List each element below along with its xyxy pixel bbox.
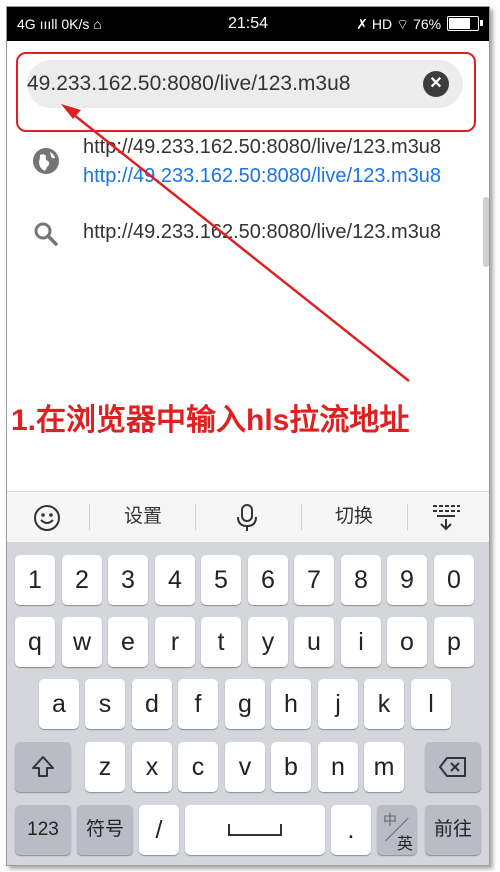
- key-n[interactable]: n: [318, 742, 358, 792]
- key-3[interactable]: 3: [108, 555, 148, 605]
- switch-button[interactable]: 切换: [307, 492, 401, 542]
- backspace-icon: [439, 757, 466, 777]
- key-p[interactable]: p: [434, 617, 474, 667]
- lang-top-label: 中: [383, 812, 397, 828]
- key-w[interactable]: w: [62, 617, 102, 667]
- key-g[interactable]: g: [225, 679, 265, 729]
- key-i[interactable]: i: [341, 617, 381, 667]
- key-z[interactable]: z: [85, 742, 125, 792]
- toolbar-divider: [301, 504, 302, 530]
- toolbar-divider: [89, 504, 90, 530]
- annotation-text: 1.在浏览器中输入hls拉流地址: [11, 404, 410, 437]
- key-c[interactable]: c: [178, 742, 218, 792]
- key-a[interactable]: a: [39, 679, 79, 729]
- keyboard: 1 2 3 4 5 6 7 8 9 0 q w e r t y u i o p …: [7, 542, 489, 865]
- key-e[interactable]: e: [108, 617, 148, 667]
- keyboard-collapse-icon[interactable]: [431, 502, 461, 532]
- key-9[interactable]: 9: [387, 555, 427, 605]
- key-l[interactable]: l: [411, 679, 451, 729]
- keyboard-toolbar: 设置 切换: [7, 491, 489, 542]
- key-r[interactable]: r: [155, 617, 195, 667]
- space-key[interactable]: [185, 805, 325, 855]
- key-m[interactable]: m: [364, 742, 404, 792]
- settings-button[interactable]: 设置: [99, 492, 187, 542]
- space-icon: [228, 824, 282, 836]
- key-2[interactable]: 2: [62, 555, 102, 605]
- key-k[interactable]: k: [364, 679, 404, 729]
- key-1[interactable]: 1: [15, 555, 55, 605]
- key-b[interactable]: b: [271, 742, 311, 792]
- key-v[interactable]: v: [225, 742, 265, 792]
- key-s[interactable]: s: [85, 679, 125, 729]
- key-y[interactable]: y: [248, 617, 288, 667]
- key-5[interactable]: 5: [201, 555, 241, 605]
- key-x[interactable]: x: [132, 742, 172, 792]
- toolbar-divider: [195, 504, 196, 530]
- key-j[interactable]: j: [318, 679, 358, 729]
- key-q[interactable]: q: [15, 617, 55, 667]
- shift-icon: [32, 756, 54, 777]
- key-u[interactable]: u: [294, 617, 334, 667]
- go-key[interactable]: 前往: [425, 805, 481, 855]
- key-f[interactable]: f: [178, 679, 218, 729]
- phone-screen: 4G ıııll 0K/s ⌂ 21:54 ✗ HD ⌔ 76% 49.233.…: [6, 6, 490, 866]
- lang-bottom-label: 英: [396, 836, 413, 853]
- slash-key[interactable]: /: [139, 805, 179, 855]
- backspace-key[interactable]: [425, 742, 481, 792]
- microphone-icon[interactable]: [233, 503, 261, 533]
- key-d[interactable]: d: [132, 679, 172, 729]
- key-h[interactable]: h: [271, 679, 311, 729]
- key-7[interactable]: 7: [294, 555, 334, 605]
- key-o[interactable]: o: [387, 617, 427, 667]
- shift-key[interactable]: [15, 742, 71, 792]
- period-key[interactable]: .: [331, 805, 371, 855]
- key-4[interactable]: 4: [155, 555, 195, 605]
- key-t[interactable]: t: [201, 617, 241, 667]
- toolbar-divider: [407, 504, 408, 530]
- key-6[interactable]: 6: [248, 555, 288, 605]
- key-8[interactable]: 8: [341, 555, 381, 605]
- language-switch-key[interactable]: 中 英: [377, 805, 417, 855]
- key-0[interactable]: 0: [434, 555, 474, 605]
- symbols-key[interactable]: 符号: [77, 805, 133, 855]
- num-mode-key[interactable]: 123: [15, 805, 71, 855]
- smiley-icon[interactable]: [33, 504, 61, 532]
